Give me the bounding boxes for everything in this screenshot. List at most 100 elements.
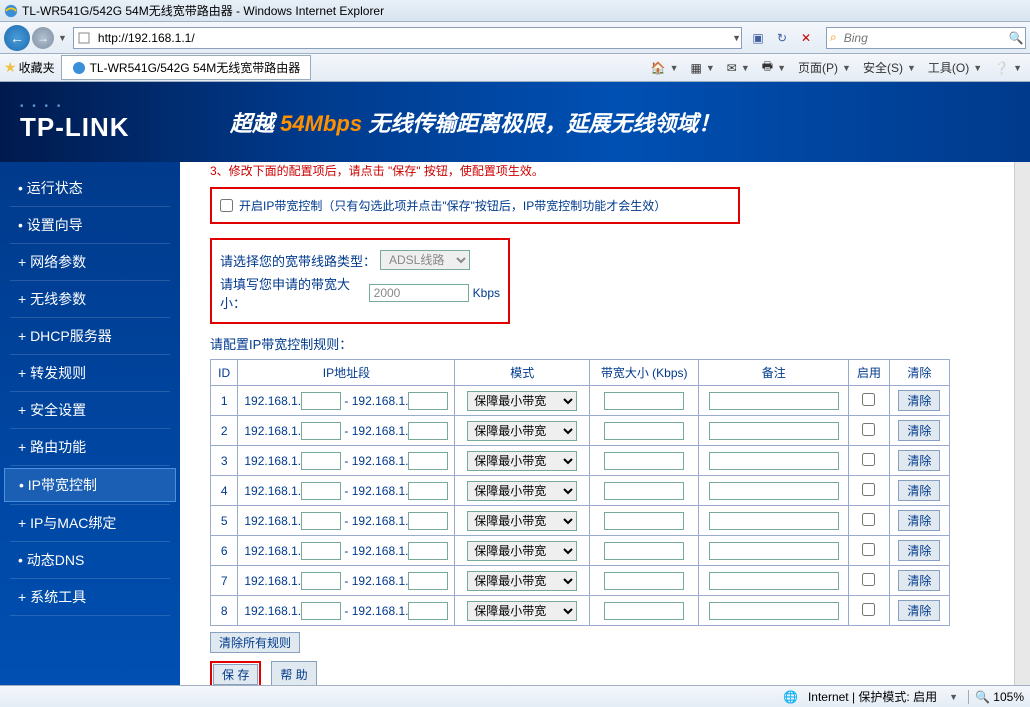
search-box[interactable]: ⌕ 🔍 [826, 27, 1026, 49]
mode-select[interactable]: 保障最小带宽 [467, 391, 577, 411]
bandwidth-row-input[interactable] [604, 482, 684, 500]
ip-end-input[interactable] [408, 422, 448, 440]
sidebar-item-0[interactable]: • 运行状态 [0, 172, 180, 204]
ip-end-input[interactable] [408, 452, 448, 470]
mail-button[interactable]: ✉▼ [723, 59, 754, 77]
help-button[interactable]: ❔▼ [990, 59, 1026, 77]
protected-mode-dropdown[interactable]: ▼ [949, 692, 958, 702]
url-dropdown-icon[interactable]: ▼ [732, 33, 741, 43]
page-menu[interactable]: 页面(P)▼ [794, 57, 855, 78]
remark-input[interactable] [709, 572, 839, 590]
enable-row-checkbox[interactable] [862, 573, 875, 586]
sidebar-item-8[interactable]: • IP带宽控制 [4, 468, 176, 502]
sidebar-item-5[interactable]: + 转发规则 [0, 357, 180, 389]
sidebar-item-10[interactable]: • 动态DNS [0, 544, 180, 576]
sidebar-item-11[interactable]: + 系统工具 [0, 581, 180, 613]
sidebar-item-3[interactable]: + 无线参数 [0, 283, 180, 315]
ip-end-input[interactable] [408, 392, 448, 410]
ip-start-input[interactable] [301, 572, 341, 590]
clear-row-button[interactable]: 清除 [898, 570, 940, 591]
back-button[interactable]: ← [4, 25, 30, 51]
home-button[interactable]: 🏠▼ [647, 59, 683, 77]
favorites-label[interactable]: 收藏夹 [19, 59, 55, 76]
bandwidth-input[interactable] [369, 284, 469, 302]
clear-row-button[interactable]: 清除 [898, 480, 940, 501]
stop-icon[interactable]: ✕ [796, 28, 816, 48]
clear-row-button[interactable]: 清除 [898, 420, 940, 441]
remark-input[interactable] [709, 392, 839, 410]
address-bar[interactable]: ▼ [73, 27, 742, 49]
mode-select[interactable]: 保障最小带宽 [467, 451, 577, 471]
bandwidth-row-input[interactable] [604, 572, 684, 590]
sidebar-item-7[interactable]: + 路由功能 [0, 431, 180, 463]
ip-end-input[interactable] [408, 602, 448, 620]
remark-input[interactable] [709, 452, 839, 470]
remark-input[interactable] [709, 602, 839, 620]
sidebar-item-9[interactable]: + IP与MAC绑定 [0, 507, 180, 539]
zoom-level[interactable]: 🔍 105% [968, 690, 1024, 704]
enable-row-checkbox[interactable] [862, 453, 875, 466]
nav-history-dropdown[interactable]: ▼ [58, 33, 67, 43]
sidebar-item-2[interactable]: + 网络参数 [0, 246, 180, 278]
clear-row-button[interactable]: 清除 [898, 600, 940, 621]
clear-row-button[interactable]: 清除 [898, 540, 940, 561]
mode-select[interactable]: 保障最小带宽 [467, 571, 577, 591]
bandwidth-row-input[interactable] [604, 422, 684, 440]
mode-select[interactable]: 保障最小带宽 [467, 481, 577, 501]
tools-menu[interactable]: 工具(O)▼ [924, 57, 986, 78]
save-button[interactable]: 保 存 [213, 664, 258, 685]
sidebar-item-4[interactable]: + DHCP服务器 [0, 320, 180, 352]
ip-end-input[interactable] [408, 572, 448, 590]
content-scrollbar[interactable] [1014, 162, 1030, 702]
mode-select[interactable]: 保障最小带宽 [467, 511, 577, 531]
enable-ip-qos-checkbox[interactable] [220, 199, 233, 212]
remark-input[interactable] [709, 512, 839, 530]
remark-input[interactable] [709, 542, 839, 560]
mode-select[interactable]: 保障最小带宽 [467, 421, 577, 441]
safety-menu[interactable]: 安全(S)▼ [859, 57, 920, 78]
url-input[interactable] [94, 31, 730, 45]
enable-row-checkbox[interactable] [862, 423, 875, 436]
bandwidth-row-input[interactable] [604, 542, 684, 560]
browser-tab[interactable]: TL-WR541G/542G 54M无线宽带路由器 [61, 55, 312, 80]
compat-view-icon[interactable]: ▣ [748, 28, 768, 48]
clear-row-button[interactable]: 清除 [898, 390, 940, 411]
mode-select[interactable]: 保障最小带宽 [467, 601, 577, 621]
enable-row-checkbox[interactable] [862, 543, 875, 556]
remark-input[interactable] [709, 422, 839, 440]
ip-start-input[interactable] [301, 452, 341, 470]
help-button-page[interactable]: 帮 助 [271, 661, 316, 688]
clear-row-button[interactable]: 清除 [898, 510, 940, 531]
feeds-button[interactable]: ▦▼ [687, 59, 719, 77]
enable-row-checkbox[interactable] [862, 513, 875, 526]
forward-button[interactable]: → [32, 27, 54, 49]
clear-row-button[interactable]: 清除 [898, 450, 940, 471]
remark-input[interactable] [709, 482, 839, 500]
bandwidth-row-input[interactable] [604, 602, 684, 620]
enable-row-checkbox[interactable] [862, 393, 875, 406]
sidebar-item-1[interactable]: • 设置向导 [0, 209, 180, 241]
clear-all-button[interactable]: 清除所有规则 [210, 632, 300, 653]
sidebar-item-6[interactable]: + 安全设置 [0, 394, 180, 426]
bandwidth-row-input[interactable] [604, 512, 684, 530]
ip-start-input[interactable] [301, 392, 341, 410]
line-type-select[interactable]: ADSL线路 [380, 250, 470, 270]
ip-end-input[interactable] [408, 542, 448, 560]
bandwidth-row-input[interactable] [604, 392, 684, 410]
search-input[interactable] [840, 31, 1005, 45]
ip-start-input[interactable] [301, 422, 341, 440]
ip-start-input[interactable] [301, 542, 341, 560]
enable-row-checkbox[interactable] [862, 603, 875, 616]
enable-row-checkbox[interactable] [862, 483, 875, 496]
bandwidth-row-input[interactable] [604, 452, 684, 470]
mode-select[interactable]: 保障最小带宽 [467, 541, 577, 561]
ip-start-input[interactable] [301, 602, 341, 620]
refresh-icon[interactable]: ↻ [772, 28, 792, 48]
ip-start-input[interactable] [301, 482, 341, 500]
ip-end-input[interactable] [408, 512, 448, 530]
ip-start-input[interactable] [301, 512, 341, 530]
favorites-star-icon[interactable]: ★ [4, 59, 17, 76]
ip-end-input[interactable] [408, 482, 448, 500]
search-go-icon[interactable]: 🔍 [1009, 31, 1024, 45]
print-button[interactable]: 🖶▼ [758, 55, 790, 80]
